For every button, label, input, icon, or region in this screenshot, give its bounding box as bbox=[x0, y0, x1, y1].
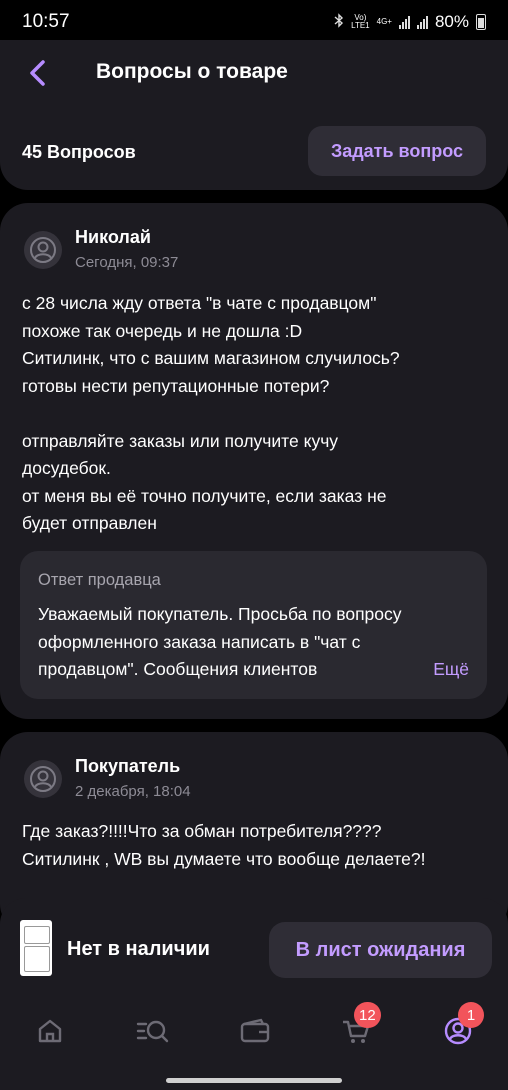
bluetooth-icon bbox=[334, 13, 344, 31]
avatar bbox=[24, 760, 62, 798]
status-icons: Vo) LTE1 4G+ 80% bbox=[334, 12, 486, 32]
nav-cart[interactable]: 12 bbox=[334, 1002, 381, 1056]
bottom-nav: 12 1 bbox=[0, 1002, 508, 1056]
nav-wallet[interactable] bbox=[233, 1006, 277, 1056]
question-card: Николай Сегодня, 09:37 с 28 числа жду от… bbox=[0, 203, 508, 719]
more-link[interactable]: Ещё bbox=[433, 659, 469, 680]
net-type: 4G+ bbox=[376, 17, 392, 26]
user-icon bbox=[30, 766, 56, 792]
catalog-search-icon bbox=[136, 1020, 169, 1043]
status-bar: 10:57 Vo) LTE1 4G+ 80% bbox=[0, 0, 508, 44]
home-indicator bbox=[166, 1078, 342, 1083]
page-title: Вопросы о товаре bbox=[96, 60, 288, 83]
nav-catalog[interactable] bbox=[131, 1006, 175, 1056]
author-name: Николай bbox=[75, 227, 151, 247]
question-date: Сегодня, 09:37 bbox=[75, 254, 179, 271]
battery-icon bbox=[476, 14, 486, 30]
avatar bbox=[24, 231, 62, 269]
answer-label: Ответ продавца bbox=[38, 571, 161, 589]
volte-bottom: LTE1 bbox=[351, 21, 370, 30]
status-time: 10:57 bbox=[22, 11, 70, 32]
question-date: 2 декабря, 18:04 bbox=[75, 783, 191, 800]
signal-icon bbox=[398, 15, 410, 29]
stock-status: Нет в наличии bbox=[67, 938, 210, 960]
signal-icon-2 bbox=[416, 15, 428, 29]
battery-percent: 80% bbox=[434, 12, 469, 31]
waitlist-button[interactable]: В лист ожидания bbox=[269, 922, 492, 978]
nav-home[interactable] bbox=[28, 1006, 72, 1056]
header-card: Вопросы о товаре 45 Вопросов Задать вопр… bbox=[0, 40, 508, 190]
user-icon bbox=[30, 237, 56, 263]
home-icon bbox=[38, 1019, 62, 1043]
question-text: с 28 числа жду ответа "в чате с продавцо… bbox=[22, 293, 400, 533]
ask-question-button[interactable]: Задать вопрос bbox=[308, 126, 486, 176]
profile-badge: 1 bbox=[458, 1002, 484, 1028]
question-count: 45 Вопросов bbox=[22, 142, 136, 162]
question-text: Где заказ?!!!!Что за обман потребителя??… bbox=[22, 821, 426, 869]
product-thumbnail[interactable] bbox=[20, 920, 52, 976]
answer-text: Уважаемый покупатель. Просьба по вопросу… bbox=[38, 604, 402, 679]
author-name: Покупатель bbox=[75, 756, 181, 776]
volte-indicator: Vo) LTE1 bbox=[351, 14, 370, 30]
back-button[interactable] bbox=[22, 58, 52, 88]
nav-profile[interactable]: 1 bbox=[436, 1002, 484, 1056]
wallet-icon bbox=[240, 1018, 270, 1043]
seller-answer: Ответ продавца Уважаемый покупатель. Про… bbox=[20, 551, 487, 699]
chevron-left-icon bbox=[30, 60, 45, 86]
cart-badge: 12 bbox=[354, 1002, 381, 1028]
bottom-panel: Нет в наличии В лист ожидания 12 1 bbox=[0, 898, 508, 1090]
